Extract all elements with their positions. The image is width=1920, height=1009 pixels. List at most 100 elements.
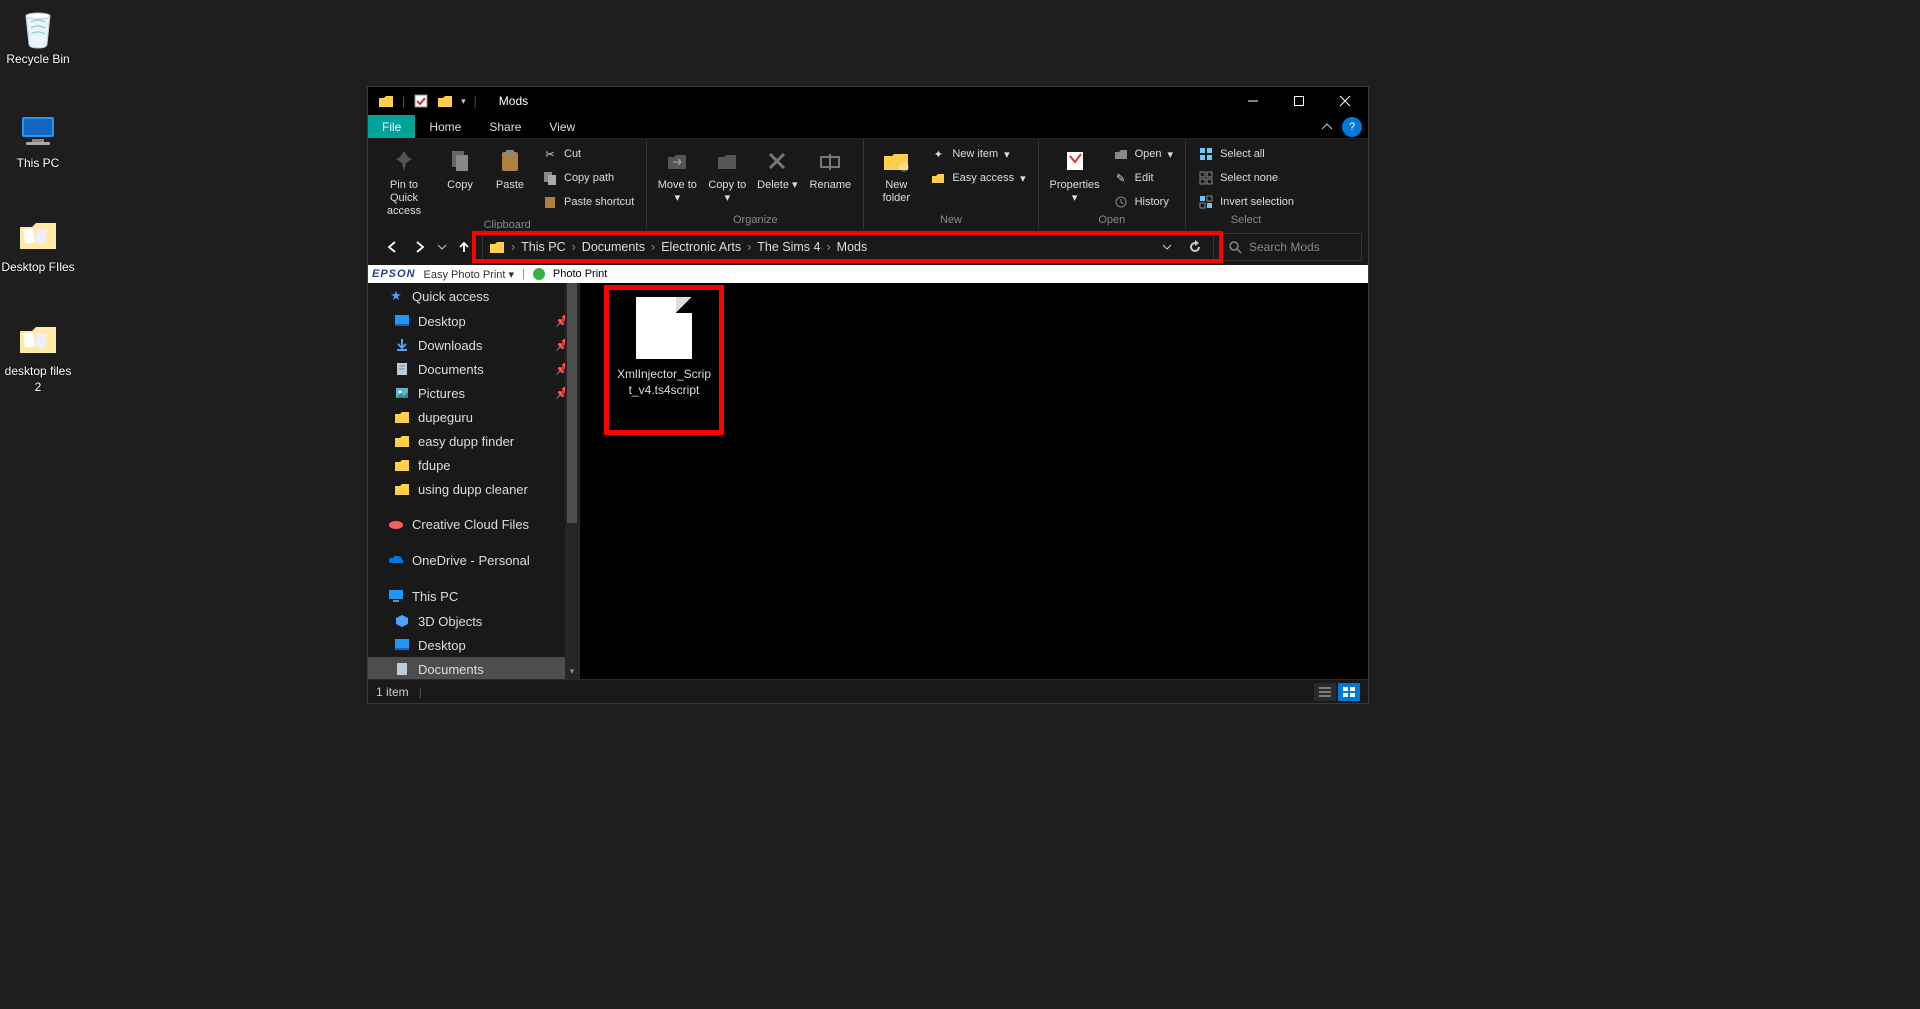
search-input[interactable] xyxy=(1249,240,1404,254)
divider: | xyxy=(402,94,405,108)
recent-dropdown[interactable] xyxy=(434,233,450,261)
desktop-icon-folder-2[interactable]: desktop files 2 xyxy=(0,320,76,395)
maximize-button[interactable] xyxy=(1276,87,1322,115)
nav-item-duppcleaner[interactable]: using dupp cleaner xyxy=(368,477,579,501)
close-button[interactable] xyxy=(1322,87,1368,115)
move-to-button[interactable]: Move to ▾ xyxy=(655,143,699,205)
view-details-button[interactable] xyxy=(1314,683,1336,701)
nav-item-easydupp[interactable]: easy dupp finder xyxy=(368,429,579,453)
refresh-button[interactable] xyxy=(1183,235,1207,259)
back-button[interactable] xyxy=(378,233,406,261)
search-box[interactable] xyxy=(1220,233,1362,261)
crumb-electronic-arts[interactable]: Electronic Arts› xyxy=(661,240,757,254)
file-item[interactable]: XmlInjector_Script_v4.ts4script xyxy=(611,291,717,398)
copy-to-icon xyxy=(711,145,743,177)
file-list[interactable]: XmlInjector_Script_v4.ts4script xyxy=(580,283,1368,679)
folder-icon xyxy=(394,457,410,473)
crumb-documents[interactable]: Documents› xyxy=(582,240,661,254)
nav-this-pc[interactable]: This PC xyxy=(368,583,579,609)
nav-item-downloads[interactable]: Downloads📌 xyxy=(368,333,579,357)
history-button[interactable]: History xyxy=(1109,191,1177,213)
folder-small-icon[interactable] xyxy=(437,93,453,109)
desktop-icon-folder-1[interactable]: Desktop FIles xyxy=(0,216,76,276)
search-icon xyxy=(1227,239,1243,255)
help-button[interactable]: ? xyxy=(1342,117,1362,137)
nav-item-documents[interactable]: Documents📌 xyxy=(368,357,579,381)
checkbox-icon[interactable] xyxy=(413,93,429,109)
address-bar[interactable]: › This PC› Documents› Electronic Arts› T… xyxy=(482,233,1214,261)
nav-item-pc-documents[interactable]: Documents xyxy=(368,657,579,679)
nav-item-dupeguru[interactable]: dupeguru xyxy=(368,405,579,429)
edit-button[interactable]: ✎Edit xyxy=(1109,167,1177,189)
desktop-icon-label: This PC xyxy=(0,156,76,172)
invert-selection-button[interactable]: Invert selection xyxy=(1194,191,1298,213)
copy-icon xyxy=(444,145,476,177)
titlebar[interactable]: | ▾ | Mods xyxy=(368,87,1368,115)
edit-icon: ✎ xyxy=(1113,170,1129,186)
nav-item-desktop[interactable]: Desktop📌 xyxy=(368,309,579,333)
delete-button[interactable]: Delete ▾ xyxy=(755,143,799,192)
desktop-icon-this-pc[interactable]: This PC xyxy=(0,112,76,172)
group-label-open: Open xyxy=(1047,214,1177,227)
group-label-select: Select xyxy=(1194,214,1298,227)
paste-shortcut-button[interactable]: Paste shortcut xyxy=(538,191,638,213)
navigation-pane[interactable]: ★Quick access Desktop📌 Downloads📌 Docume… xyxy=(368,283,580,679)
nav-item-pc-desktop[interactable]: Desktop xyxy=(368,633,579,657)
view-icons-button[interactable] xyxy=(1338,683,1360,701)
chevron-down-icon[interactable]: ▾ xyxy=(565,666,579,677)
tab-home[interactable]: Home xyxy=(415,115,475,138)
select-all-button[interactable]: Select all xyxy=(1194,143,1298,165)
paste-button[interactable]: Paste xyxy=(488,143,532,192)
cut-button[interactable]: ✂Cut xyxy=(538,143,638,165)
properties-button[interactable]: Properties ▾ xyxy=(1047,143,1103,205)
copy-path-icon xyxy=(542,170,558,186)
nav-item-fdupe[interactable]: fdupe xyxy=(368,453,579,477)
new-folder-button[interactable]: New folder xyxy=(872,143,920,205)
new-item-button[interactable]: ✦New item ▾ xyxy=(926,143,1029,165)
nav-scrollbar[interactable]: ▾ xyxy=(565,283,579,679)
paste-shortcut-icon xyxy=(542,194,558,210)
photo-print-icon xyxy=(533,268,545,280)
rename-button[interactable]: Rename xyxy=(805,143,855,192)
scrollbar-thumb[interactable] xyxy=(567,283,577,523)
copy-to-button[interactable]: Copy to ▾ xyxy=(705,143,749,205)
file-name: XmlInjector_Script_v4.ts4script xyxy=(611,367,717,398)
copy-button[interactable]: Copy xyxy=(438,143,482,192)
epson-logo: EPSON xyxy=(372,268,416,280)
desktop-icon-recycle-bin[interactable]: Recycle Bin xyxy=(0,8,76,68)
breadcrumbs: › This PC› Documents› Electronic Arts› T… xyxy=(483,239,1155,255)
move-icon xyxy=(661,145,693,177)
tab-file[interactable]: File xyxy=(368,115,415,138)
folder-icon xyxy=(18,320,58,360)
minimize-button[interactable] xyxy=(1230,87,1276,115)
desktop-icon-label: desktop files 2 xyxy=(0,364,76,395)
dropdown-icon[interactable]: ▾ xyxy=(461,96,466,107)
nav-item-pictures[interactable]: Pictures📌 xyxy=(368,381,579,405)
crumb-mods[interactable]: Mods xyxy=(837,240,868,254)
tab-share[interactable]: Share xyxy=(475,115,535,138)
crumb-this-pc[interactable]: This PC› xyxy=(521,240,582,254)
up-button[interactable] xyxy=(450,233,478,261)
item-count: 1 item xyxy=(376,685,419,699)
easy-photo-print-button[interactable]: Easy Photo Print ▾ xyxy=(424,268,515,281)
nav-item-3dobjects[interactable]: 3D Objects xyxy=(368,609,579,633)
open-button[interactable]: Open ▾ xyxy=(1109,143,1177,165)
nav-quick-access[interactable]: ★Quick access xyxy=(368,283,579,309)
address-dropdown[interactable] xyxy=(1155,235,1179,259)
ribbon-group-new: New folder ✦New item ▾ Easy access ▾ New xyxy=(864,139,1038,229)
folder-icon xyxy=(394,409,410,425)
select-none-button[interactable]: Select none xyxy=(1194,167,1298,189)
window-controls xyxy=(1230,87,1368,115)
copy-path-button[interactable]: Copy path xyxy=(538,167,638,189)
properties-icon xyxy=(1059,145,1091,177)
easy-access-button[interactable]: Easy access ▾ xyxy=(926,167,1029,189)
forward-button[interactable] xyxy=(406,233,434,261)
nav-onedrive[interactable]: OneDrive - Personal xyxy=(368,547,579,573)
photo-print-button[interactable]: Photo Print xyxy=(553,268,607,280)
nav-creative-cloud[interactable]: Creative Cloud Files xyxy=(368,511,579,537)
collapse-ribbon-button[interactable] xyxy=(1312,115,1342,138)
crumb-sims4[interactable]: The Sims 4› xyxy=(757,240,836,254)
folder-icon xyxy=(394,433,410,449)
tab-view[interactable]: View xyxy=(535,115,589,138)
pin-to-quick-access-button[interactable]: Pin to Quick access xyxy=(376,143,432,219)
